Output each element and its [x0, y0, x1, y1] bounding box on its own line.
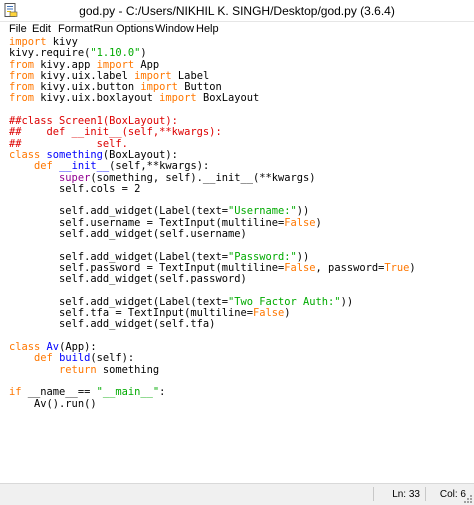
code-token-comment: ## self.: [9, 137, 128, 150]
code-token-plain: )): [296, 205, 310, 218]
code-token-comment: ## def __init__(self,**kwargs):: [9, 126, 222, 139]
code-token-kw: False: [252, 307, 285, 320]
code-token-plain: (something, self).__init__(**kwargs): [90, 171, 316, 184]
code-token-plain: ): [409, 261, 416, 274]
menu-bar: File Edit Format Run Options Window Help: [0, 22, 474, 37]
code-token-plain: Button: [177, 81, 222, 94]
code-token-plain: self.add_widget(Label(text=: [9, 295, 228, 308]
code-token-plain: __name__==: [21, 386, 97, 399]
status-bar: Ln: 33 Col: 6: [0, 483, 474, 505]
code-token-builtin: super: [59, 171, 91, 184]
code-token-kw: import: [9, 36, 47, 48]
code-token-comment: ##class Screen1(BoxLayout):: [9, 115, 178, 128]
code-token-plain: )): [296, 250, 310, 263]
code-token-plain: Label: [171, 69, 210, 82]
code-token-kw: import: [140, 81, 178, 94]
code-token-plain: self.add_widget(self.password): [9, 273, 247, 286]
code-token-plain: BoxLayout: [196, 92, 260, 105]
code-token-kw: True: [384, 261, 410, 274]
code-token-plain: self.password = TextInput(multiline=: [9, 261, 285, 274]
code-token-kw: from: [9, 58, 35, 71]
code-token-str: "Two Factor Auth:": [227, 295, 341, 308]
code-token-plain: (BoxLayout):: [102, 148, 178, 161]
code-editor[interactable]: import kivy kivy.require("1.10.0") from ki…: [0, 36, 474, 482]
code-token-kw: class: [9, 341, 41, 354]
code-token-plain: Av().run(): [9, 397, 97, 410]
status-divider: [425, 487, 426, 501]
code-token-str: "1.10.0": [90, 47, 141, 60]
code-token-kw: from: [9, 92, 35, 105]
code-token-str: "Password:": [227, 250, 297, 263]
menu-run[interactable]: Run: [93, 22, 113, 36]
code-token-kw: def: [34, 160, 53, 173]
title-bar: god.py - C:/Users/NIKHIL K. SINGH/Deskto…: [0, 0, 474, 22]
code-token-plain: ): [140, 47, 147, 60]
code-token-kw: if: [9, 386, 22, 399]
code-line[interactable]: self.add_widget(self.tfa): [9, 319, 416, 330]
code-token-plain: :: [159, 386, 166, 399]
code-token-plain: (self):: [90, 352, 135, 365]
code-token-kw: import: [96, 58, 135, 71]
code-line[interactable]: self.add_widget(self.password): [9, 274, 416, 285]
code-token-plain: (self,**kwargs):: [109, 160, 210, 173]
menu-edit[interactable]: Edit: [32, 22, 51, 36]
menu-file[interactable]: File: [9, 22, 27, 36]
code-token-def: build: [59, 352, 91, 365]
code-token-plain: self.username = TextInput(multiline=: [9, 216, 285, 229]
code-line[interactable]: from kivy.uix.boxlayout import BoxLayout: [9, 93, 416, 104]
code-line[interactable]: return something: [9, 363, 416, 376]
code-token-plain: something: [96, 363, 160, 376]
code-token-str: "__main__": [96, 386, 160, 399]
resize-grip-icon[interactable]: [463, 494, 473, 504]
code-token-kw: class: [9, 148, 41, 161]
code-token-kw: return: [59, 363, 97, 376]
code-token-plain: self.add_widget(Label(text=: [9, 205, 228, 218]
status-line-number: Ln: 33: [392, 489, 420, 500]
code-token-def: Av: [46, 341, 60, 354]
code-token-plain: kivy.app: [34, 58, 97, 71]
code-token-kw: from: [9, 69, 35, 82]
code-token-plain: App: [134, 58, 160, 71]
code-token-kw: import: [159, 92, 197, 105]
code-token-plain: kivy: [46, 36, 78, 48]
code-line[interactable]: Av().run(): [9, 397, 416, 410]
code-line[interactable]: self.cols = 2: [9, 182, 416, 195]
code-token-plain: kivy.require(: [9, 47, 91, 60]
code-token-kw: False: [284, 216, 316, 229]
code-token-plain: self.add_widget(self.tfa): [9, 318, 216, 331]
code-token-kw: from: [9, 81, 35, 94]
code-token-plain: kivy.uix.button: [34, 81, 141, 94]
code-token-kw: def: [34, 352, 53, 365]
code-token-plain: ): [284, 307, 291, 320]
code-token-plain: self.add_widget(Label(text=: [9, 250, 228, 263]
code-token-plain: self.tfa = TextInput(multiline=: [9, 307, 253, 320]
code-line[interactable]: self.add_widget(self.username): [9, 228, 416, 241]
code-token-plain: ): [315, 216, 322, 229]
code-token-plain: self.cols = 2: [9, 182, 141, 195]
code-token-kw: False: [284, 261, 316, 274]
menu-help[interactable]: Help: [196, 22, 219, 36]
code-token-plain: kivy.uix.label: [34, 69, 135, 82]
code-token-plain: kivy.uix.boxlayout: [34, 92, 160, 105]
status-divider: [373, 487, 374, 501]
code-token-str: "Username:": [227, 205, 297, 218]
code-token-plain: )): [340, 295, 354, 308]
code-token-plain: (App):: [59, 341, 97, 354]
menu-options[interactable]: Options: [116, 22, 154, 36]
menu-format[interactable]: Format: [58, 22, 93, 36]
code-token-kw: import: [134, 69, 172, 82]
code-token-def: something: [46, 148, 103, 161]
menu-window[interactable]: Window: [155, 22, 194, 36]
window-title: god.py - C:/Users/NIKHIL K. SINGH/Deskto…: [79, 4, 395, 18]
code-token-def: __init__: [59, 160, 110, 173]
code-token-plain: self.add_widget(self.username): [9, 228, 247, 241]
code-text[interactable]: import kivy kivy.require("1.10.0") from ki…: [9, 36, 416, 410]
code-token-plain: , password=: [315, 261, 385, 274]
